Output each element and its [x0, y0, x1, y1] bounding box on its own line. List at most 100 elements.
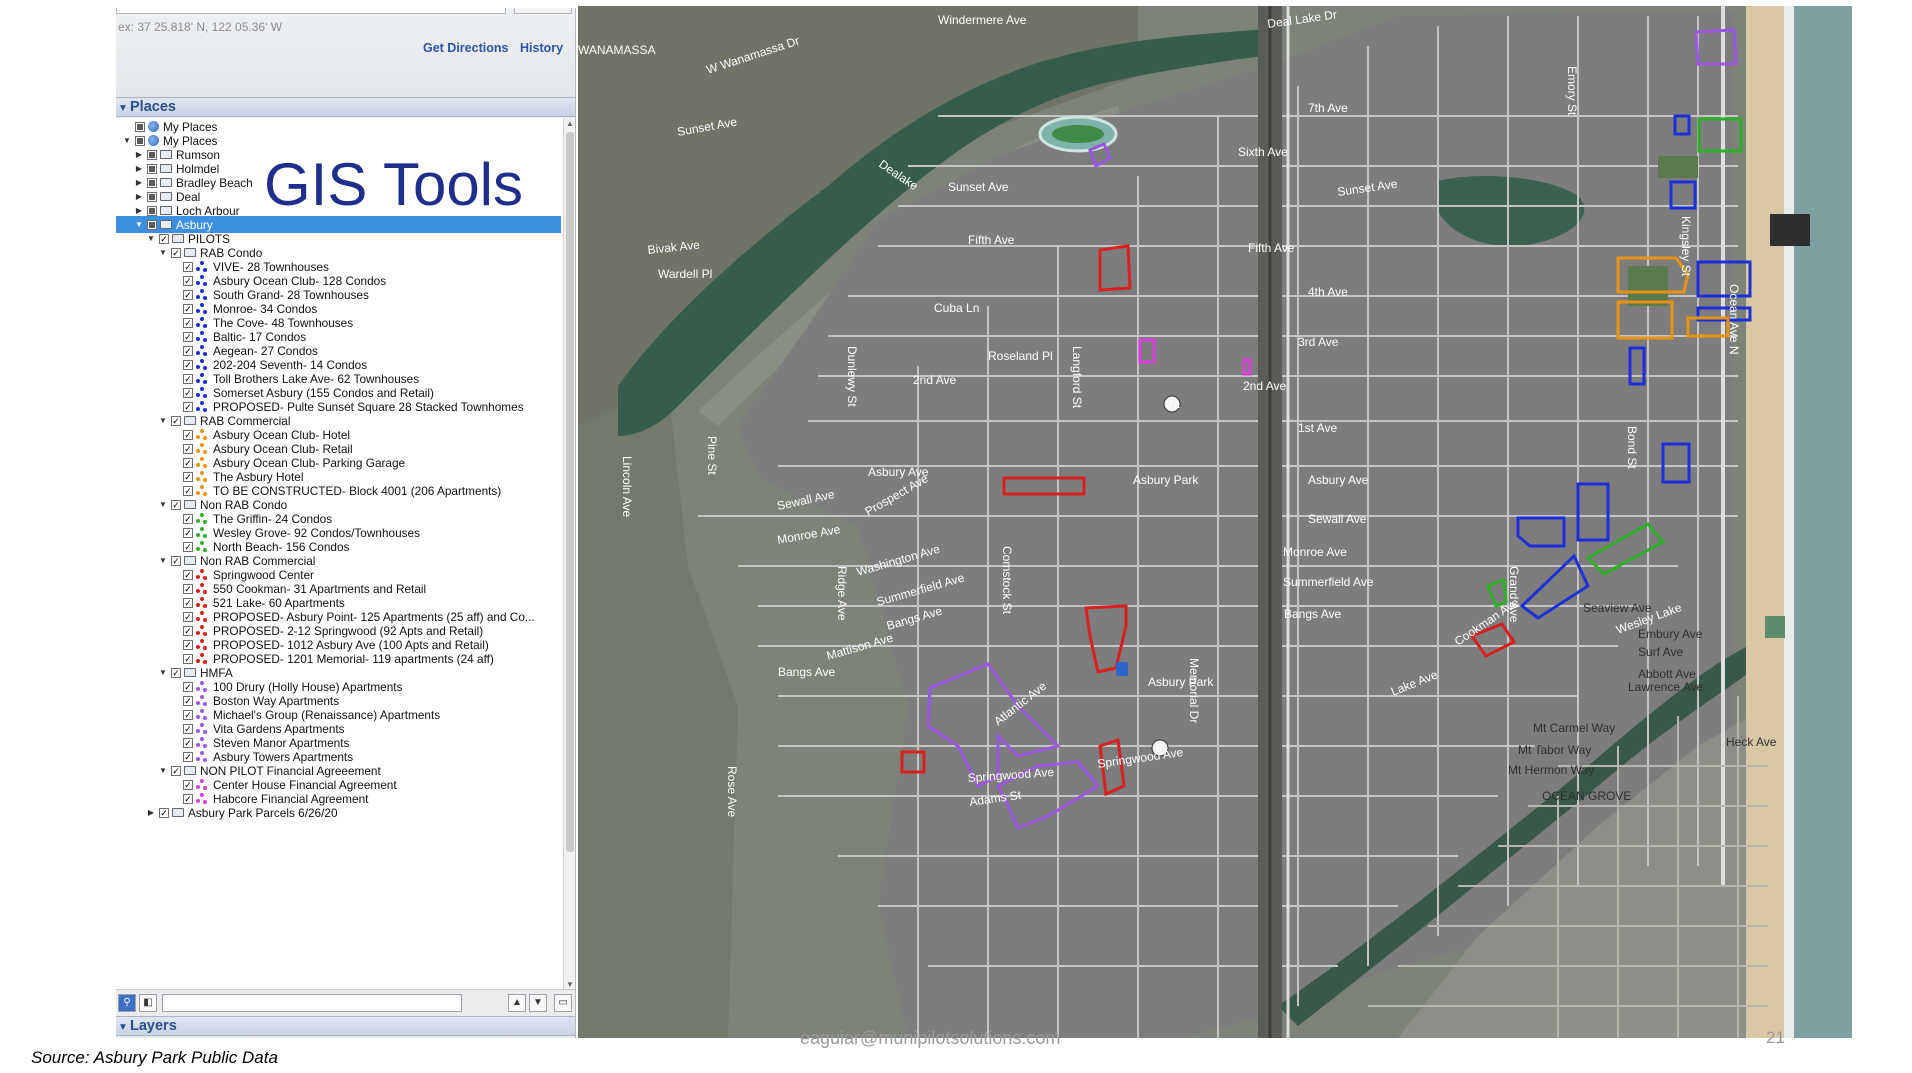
visibility-checkbox[interactable]: ✓ [183, 317, 193, 328]
collapse-arrow-icon[interactable]: ▼ [158, 416, 168, 425]
visibility-checkbox[interactable]: ✓ [183, 345, 193, 356]
search-input[interactable] [116, 8, 506, 14]
visibility-checkbox[interactable]: ✓ [183, 723, 193, 734]
scrollbar-thumb[interactable] [566, 132, 574, 852]
visibility-checkbox[interactable]: ✓ [183, 275, 193, 286]
visibility-checkbox[interactable]: ✓ [183, 289, 193, 300]
expand-arrow-icon[interactable]: ▶ [134, 206, 144, 215]
placemark-pins-icon [196, 400, 208, 413]
move-up-arrow-icon[interactable]: ▲ [508, 994, 526, 1012]
visibility-checkbox[interactable]: ✓ [183, 695, 193, 706]
collapse-arrow-icon[interactable]: ▼ [134, 220, 144, 229]
places-panel-header[interactable]: ▼ Places [116, 97, 575, 118]
satellite-map[interactable]: Windermere Ave Deal Lake Dr WANAMASSA W Wan… [578, 6, 1852, 1038]
collapse-arrow-icon[interactable]: ▼ [122, 136, 132, 145]
convention-hall [1770, 214, 1810, 246]
visibility-checkbox[interactable]: ✓ [183, 541, 193, 552]
collapse-arrow-icon[interactable]: ▼ [158, 668, 168, 677]
collapse-arrow-icon[interactable]: ▼ [158, 248, 168, 257]
expand-arrow-icon[interactable]: ▶ [146, 808, 156, 817]
visibility-checkbox[interactable]: ✓ [183, 583, 193, 594]
visibility-checkbox[interactable] [147, 219, 157, 230]
folder-icon [160, 192, 172, 201]
places-search-field[interactable] [162, 994, 462, 1012]
expand-arrow-icon[interactable]: ▶ [134, 164, 144, 173]
visibility-checkbox[interactable]: ✓ [183, 611, 193, 622]
visibility-checkbox[interactable]: ✓ [183, 709, 193, 720]
visibility-checkbox[interactable]: ✓ [183, 471, 193, 482]
collapse-triangle-icon[interactable]: ▼ [116, 1019, 130, 1037]
visibility-checkbox[interactable]: ✓ [183, 779, 193, 790]
placemark-pins-icon [196, 288, 208, 301]
map-label: Fifth Ave [1248, 241, 1295, 255]
map-label: Mt Hermon Way [1508, 763, 1594, 777]
visibility-checkbox[interactable] [147, 177, 157, 188]
visibility-checkbox[interactable]: ✓ [183, 569, 193, 580]
visibility-checkbox[interactable] [147, 163, 157, 174]
visibility-checkbox[interactable]: ✓ [183, 401, 193, 412]
visibility-checkbox[interactable]: ✓ [183, 597, 193, 608]
collapse-arrow-icon[interactable]: ▼ [158, 500, 168, 509]
visibility-checkbox[interactable]: ✓ [183, 737, 193, 748]
visibility-checkbox[interactable] [135, 135, 145, 146]
scroll-down-arrow-icon[interactable]: ▼ [565, 980, 575, 989]
move-down-arrow-icon[interactable]: ▼ [529, 994, 547, 1012]
scroll-up-arrow-icon[interactable]: ▲ [565, 119, 575, 128]
visibility-checkbox[interactable]: ✓ [183, 261, 193, 272]
visibility-checkbox[interactable]: ✓ [171, 667, 181, 678]
visibility-checkbox[interactable]: ✓ [183, 429, 193, 440]
collapse-arrow-icon[interactable]: ▼ [146, 234, 156, 243]
placemark-pins-icon [196, 750, 208, 763]
visibility-checkbox[interactable]: ✓ [183, 639, 193, 650]
folder-icon [160, 150, 172, 159]
folder-icon[interactable]: ▭ [554, 994, 572, 1012]
visibility-checkbox[interactable] [147, 191, 157, 202]
placemark-pins-icon [196, 428, 208, 441]
placemark-pins-icon [196, 694, 208, 707]
visibility-checkbox[interactable]: ✓ [183, 359, 193, 370]
visibility-checkbox[interactable]: ✓ [183, 527, 193, 538]
visibility-checkbox[interactable]: ✓ [159, 807, 169, 818]
search-button[interactable] [514, 8, 572, 14]
visibility-checkbox[interactable] [135, 121, 145, 132]
map-canvas[interactable]: Windermere Ave Deal Lake DrWANAMASSA W Wan… [578, 6, 1852, 1038]
visibility-checkbox[interactable]: ✓ [183, 513, 193, 524]
get-directions-link[interactable]: Get Directions [423, 41, 508, 55]
folder-icon [184, 668, 196, 677]
visibility-checkbox[interactable] [147, 205, 157, 216]
visibility-checkbox[interactable]: ✓ [183, 751, 193, 762]
visibility-checkbox[interactable]: ✓ [183, 485, 193, 496]
tree-scrollbar[interactable]: ▲ ▼ [563, 118, 575, 989]
visibility-checkbox[interactable]: ✓ [183, 303, 193, 314]
collapse-triangle-icon[interactable]: ▼ [116, 100, 130, 118]
toggle-panel-icon[interactable]: ◧ [139, 994, 157, 1012]
visibility-checkbox[interactable]: ✓ [183, 373, 193, 384]
collapse-arrow-icon[interactable]: ▼ [158, 766, 168, 775]
collapse-arrow-icon[interactable]: ▼ [158, 556, 168, 565]
layers-panel-header[interactable]: ▼ Layers [116, 1016, 575, 1037]
expand-arrow-icon[interactable]: ▶ [134, 178, 144, 187]
visibility-checkbox[interactable]: ✓ [183, 443, 193, 454]
folder-item[interactable]: ▶ ✓ Asbury Park Parcels 6/26/20 [116, 804, 561, 821]
search-places-icon[interactable]: ⚲ [118, 994, 136, 1012]
visibility-checkbox[interactable]: ✓ [183, 387, 193, 398]
folder-icon [160, 164, 172, 173]
visibility-checkbox[interactable]: ✓ [183, 653, 193, 664]
visibility-checkbox[interactable]: ✓ [171, 499, 181, 510]
visibility-checkbox[interactable]: ✓ [171, 765, 181, 776]
map-label: Sunset Ave [948, 180, 1009, 194]
history-link[interactable]: History [520, 41, 563, 55]
visibility-checkbox[interactable]: ✓ [171, 415, 181, 426]
visibility-checkbox[interactable]: ✓ [159, 233, 169, 244]
map-label: Abbott Ave [1638, 667, 1696, 681]
visibility-checkbox[interactable]: ✓ [183, 681, 193, 692]
expand-arrow-icon[interactable]: ▶ [134, 192, 144, 201]
visibility-checkbox[interactable]: ✓ [171, 555, 181, 566]
visibility-checkbox[interactable] [147, 149, 157, 160]
visibility-checkbox[interactable]: ✓ [183, 793, 193, 804]
visibility-checkbox[interactable]: ✓ [183, 457, 193, 468]
visibility-checkbox[interactable]: ✓ [183, 625, 193, 636]
visibility-checkbox[interactable]: ✓ [171, 247, 181, 258]
expand-arrow-icon[interactable]: ▶ [134, 150, 144, 159]
visibility-checkbox[interactable]: ✓ [183, 331, 193, 342]
